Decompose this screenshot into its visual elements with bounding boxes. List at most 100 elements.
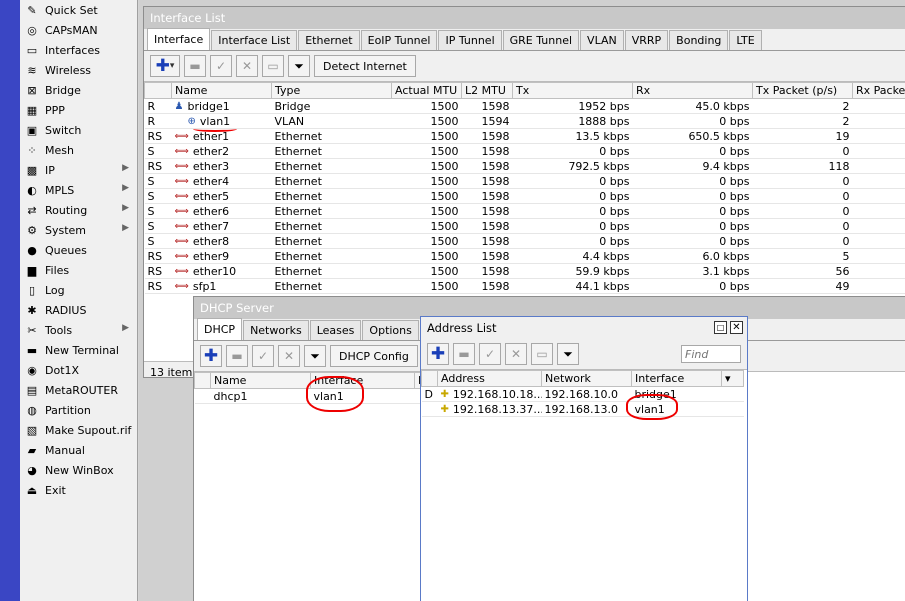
menu-item-new-winbox[interactable]: ◕ New WinBox bbox=[20, 460, 137, 480]
close-button[interactable]: ✕ bbox=[730, 321, 743, 334]
disable-button[interactable]: ✕ bbox=[505, 343, 527, 365]
tab-interface[interactable]: Interface bbox=[147, 28, 211, 50]
table-row[interactable]: R ♟ bridge1 Bridge 1500 1598 1952 bps 45.0 kbps… bbox=[144, 98, 905, 114]
table-row[interactable]: RS ⟺ ether3 Ethernet 1500 1598 792.5 kbps 9.4 k… bbox=[144, 158, 905, 174]
menu-item-dot1x[interactable]: ◉ Dot1X bbox=[20, 360, 137, 380]
filter-icon[interactable]: ⏷ bbox=[304, 345, 326, 367]
sfp-icon: ⟺ bbox=[174, 281, 189, 292]
maximize-button[interactable]: □ bbox=[714, 321, 727, 334]
menu-item-ppp[interactable]: ▦ PPP bbox=[20, 100, 137, 120]
disable-button[interactable]: ✕ bbox=[278, 345, 300, 367]
menu-item-quick-set[interactable]: ✎ Quick Set bbox=[20, 0, 137, 20]
tab-vlan[interactable]: VLAN bbox=[580, 30, 624, 50]
menu-item-switch[interactable]: ▣ Switch bbox=[20, 120, 137, 140]
txp-cell: 2 bbox=[752, 113, 853, 129]
comment-button[interactable]: ▭ bbox=[262, 55, 284, 77]
tab-leases[interactable]: Leases bbox=[309, 320, 362, 340]
column-header[interactable]: L2 MTU bbox=[461, 82, 513, 99]
column-header[interactable]: Tx bbox=[512, 82, 633, 99]
menu-item-partition[interactable]: ◍ Partition bbox=[20, 400, 137, 420]
table-row[interactable]: RS ⟺ ether9 Ethernet 1500 1598 4.4 kbps 6.0 kbp… bbox=[144, 248, 905, 264]
dhcp-config-button[interactable]: DHCP Config bbox=[330, 345, 418, 367]
menu-item-ip[interactable]: ▩ IP ▶ bbox=[20, 160, 137, 180]
table-row[interactable]: R ⊕ vlan1 VLAN 1500 1594 1888 bps 0 bps 2 bbox=[144, 113, 905, 129]
tab-vrrp[interactable]: VRRP bbox=[624, 30, 669, 50]
table-row[interactable]: RS ⟺ sfp1 Ethernet 1500 1598 44.1 kbps 0 bps 49 bbox=[144, 278, 905, 294]
menu-item-make-supout-rif[interactable]: ▧ Make Supout.rif bbox=[20, 420, 137, 440]
add-button[interactable]: ✚ ▾ bbox=[150, 55, 180, 77]
column-header[interactable]: Name bbox=[171, 82, 272, 99]
menu-item-bridge[interactable]: ⊠ Bridge bbox=[20, 80, 137, 100]
menu-item-system[interactable]: ⚙ System ▶ bbox=[20, 220, 137, 240]
menu-item-exit[interactable]: ⏏ Exit bbox=[20, 480, 137, 500]
column-chooser-button[interactable]: ▾ bbox=[721, 370, 744, 387]
spacer-cell bbox=[721, 401, 744, 417]
column-header[interactable]: Actual MTU bbox=[391, 82, 462, 99]
tab-ethernet[interactable]: Ethernet bbox=[298, 30, 360, 50]
column-header[interactable]: Type bbox=[271, 82, 392, 99]
tab-options[interactable]: Options bbox=[362, 320, 419, 340]
menu-item-wireless[interactable]: ≋ Wireless bbox=[20, 60, 137, 80]
tab-gre-tunnel[interactable]: GRE Tunnel bbox=[502, 30, 580, 50]
column-header[interactable] bbox=[421, 370, 438, 387]
filter-icon[interactable]: ⏷ bbox=[557, 343, 579, 365]
table-row[interactable]: RS ⟺ ether1 Ethernet 1500 1598 13.5 kbps 650.5 … bbox=[144, 128, 905, 144]
enable-button[interactable]: ✓ bbox=[252, 345, 274, 367]
menu-item-capsman[interactable]: ◎ CAPsMAN bbox=[20, 20, 137, 40]
table-row[interactable]: S ⟺ ether8 Ethernet 1500 1598 0 bps 0 bps 0 bbox=[144, 233, 905, 249]
table-row[interactable]: S ⟺ ether2 Ethernet 1500 1598 0 bps 0 bps 0 bbox=[144, 143, 905, 159]
filter-icon[interactable]: ⏷ bbox=[288, 55, 310, 77]
detect-internet-button[interactable]: Detect Internet bbox=[314, 55, 416, 77]
table-row[interactable]: S ⟺ ether4 Ethernet 1500 1598 0 bps 0 bps 0 bbox=[144, 173, 905, 189]
column-header[interactable]: Address bbox=[437, 370, 542, 387]
column-header[interactable]: Name bbox=[210, 372, 311, 389]
table-row[interactable]: S ⟺ ether7 Ethernet 1500 1598 0 bps 0 bps 0 bbox=[144, 218, 905, 234]
disable-button[interactable]: ✕ bbox=[236, 55, 258, 77]
column-header[interactable]: Tx Packet (p/s) bbox=[752, 82, 853, 99]
menu-item-tools[interactable]: ✂ Tools ▶ bbox=[20, 320, 137, 340]
table-row[interactable]: ✚ 192.168.13.37... 192.168.13.0 vlan1 bbox=[421, 401, 744, 417]
tab-networks[interactable]: Networks bbox=[243, 320, 309, 340]
rxp-cell bbox=[852, 218, 905, 234]
remove-button[interactable]: ▬ bbox=[453, 343, 475, 365]
column-header[interactable]: Rx Packet bbox=[852, 82, 905, 99]
tab-lte[interactable]: LTE bbox=[729, 30, 762, 50]
type-cell: Ethernet bbox=[271, 158, 392, 174]
find-input[interactable] bbox=[681, 345, 741, 363]
add-button[interactable]: ✚ bbox=[427, 343, 449, 365]
menu-item-log[interactable]: ▯ Log bbox=[20, 280, 137, 300]
column-header[interactable]: Rx bbox=[632, 82, 753, 99]
column-header[interactable] bbox=[144, 82, 172, 99]
menu-item-mpls[interactable]: ◐ MPLS ▶ bbox=[20, 180, 137, 200]
tab-bonding[interactable]: Bonding bbox=[669, 30, 729, 50]
remove-button[interactable]: ▬ bbox=[184, 55, 206, 77]
menu-item-interfaces[interactable]: ▭ Interfaces bbox=[20, 40, 137, 60]
tab-interface-list[interactable]: Interface List bbox=[211, 30, 298, 50]
main-menu: ✎ Quick Set ◎ CAPsMAN ▭ Interfaces ≋ Wireless ⊠ B… bbox=[20, 0, 138, 601]
menu-item-mesh[interactable]: ⁘ Mesh bbox=[20, 140, 137, 160]
column-header[interactable] bbox=[194, 372, 211, 389]
menu-item-radius[interactable]: ✱ RADIUS bbox=[20, 300, 137, 320]
menu-item-label: IP bbox=[45, 163, 55, 177]
menu-item-new-terminal[interactable]: ▬ New Terminal bbox=[20, 340, 137, 360]
tab-ip-tunnel[interactable]: IP Tunnel bbox=[438, 30, 502, 50]
menu-item-queues[interactable]: ● Queues bbox=[20, 240, 137, 260]
table-row[interactable]: RS ⟺ ether10 Ethernet 1500 1598 59.9 kbps 3.1 k… bbox=[144, 263, 905, 279]
table-row[interactable]: S ⟺ ether5 Ethernet 1500 1598 0 bps 0 bps 0 bbox=[144, 188, 905, 204]
tab-eoip-tunnel[interactable]: EoIP Tunnel bbox=[360, 30, 438, 50]
table-row[interactable]: S ⟺ ether6 Ethernet 1500 1598 0 bps 0 bps 0 bbox=[144, 203, 905, 219]
add-button[interactable]: ✚ bbox=[200, 345, 222, 367]
remove-button[interactable]: ▬ bbox=[226, 345, 248, 367]
table-row[interactable]: D ✚ 192.168.10.18... 192.168.10.0 bridge1 bbox=[421, 386, 744, 402]
column-header[interactable]: Interface bbox=[631, 370, 722, 387]
column-header[interactable]: Network bbox=[541, 370, 632, 387]
menu-item-metarouter[interactable]: ▤ MetaROUTER bbox=[20, 380, 137, 400]
menu-item-manual[interactable]: ▰ Manual bbox=[20, 440, 137, 460]
menu-item-routing[interactable]: ⇄ Routing ▶ bbox=[20, 200, 137, 220]
comment-button[interactable]: ▭ bbox=[531, 343, 553, 365]
menu-item-label: Make Supout.rif bbox=[45, 423, 132, 437]
enable-button[interactable]: ✓ bbox=[479, 343, 501, 365]
tab-dhcp[interactable]: DHCP bbox=[197, 318, 243, 340]
menu-item-files[interactable]: ▆ Files bbox=[20, 260, 137, 280]
enable-button[interactable]: ✓ bbox=[210, 55, 232, 77]
